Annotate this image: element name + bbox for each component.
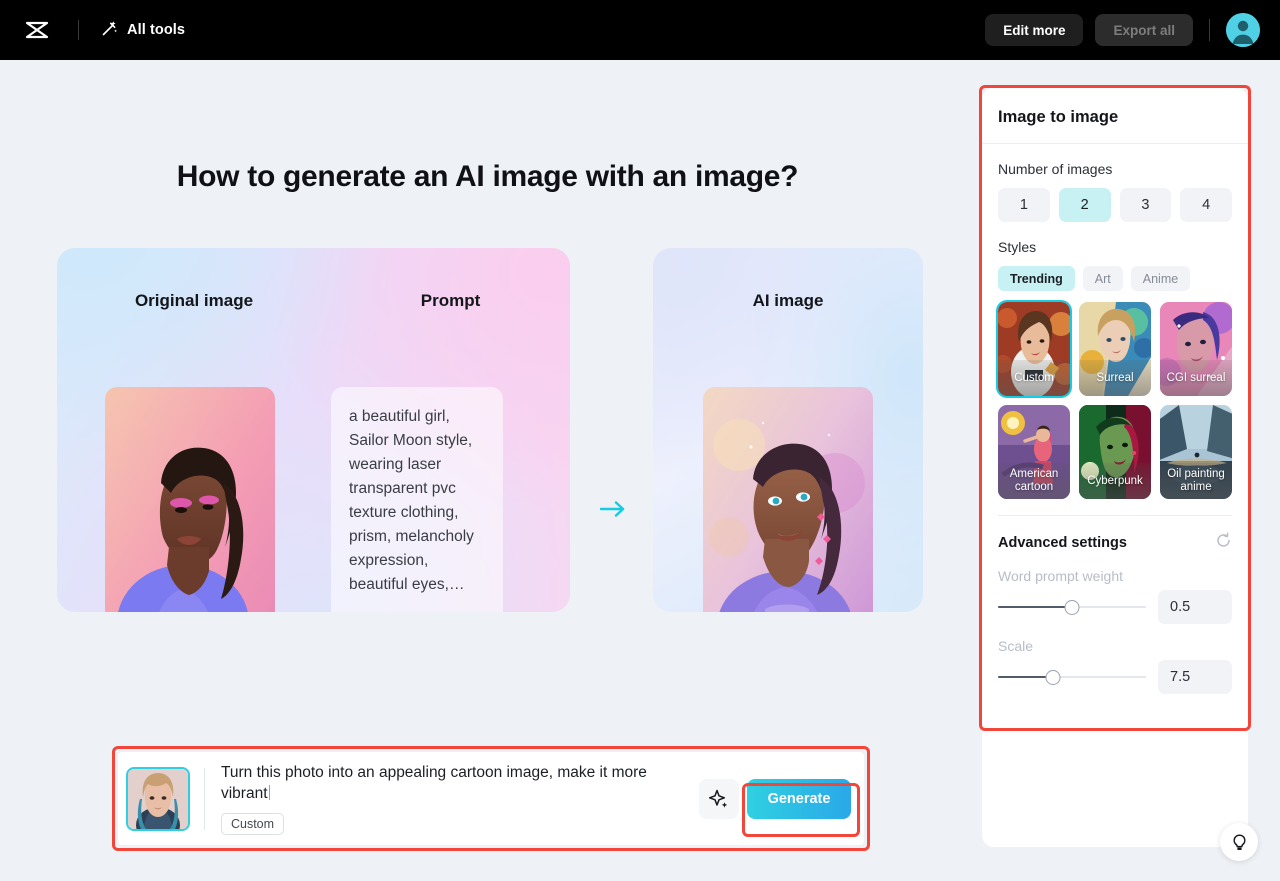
original-photo: [105, 387, 275, 612]
style-tab-anime[interactable]: Anime: [1130, 266, 1191, 291]
example-output-card: AI image: [653, 248, 923, 612]
magic-wand-icon: [101, 20, 118, 41]
style-tag[interactable]: Custom: [220, 813, 285, 835]
word-prompt-weight-slider[interactable]: [998, 598, 1146, 616]
ai-generated-photo: [703, 387, 873, 612]
prompt-input-text: Turn this photo into an appealing cartoo…: [221, 762, 689, 804]
style-tab-art[interactable]: Art: [1082, 266, 1123, 291]
prompt-column: Prompt a beautiful girl, Sailor Moon sty…: [331, 248, 570, 612]
style-label-surreal: Surreal: [1079, 360, 1151, 396]
page-title: How to generate an AI image with an imag…: [176, 160, 799, 193]
slider-knob[interactable]: [1064, 600, 1080, 615]
word-prompt-weight-row: 0.5: [998, 590, 1232, 624]
advanced-divider: [998, 515, 1232, 516]
original-image-label: Original image: [134, 291, 254, 310]
style-cell-oil-painting-anime[interactable]: Oil painting anime: [1160, 405, 1232, 499]
style-cell-cgi-surreal[interactable]: CGI surreal: [1160, 302, 1232, 396]
all-tools-label: All tools: [127, 22, 186, 38]
text-caret: [268, 785, 270, 800]
panel-title: Image to image: [998, 108, 1119, 126]
lightbulb-icon[interactable]: [1220, 823, 1258, 861]
prompt-input-value: Turn this photo into an appealing cartoo…: [220, 764, 647, 802]
number-of-images-group: 1 2 3 4: [998, 188, 1232, 222]
panel-body: Number of images 1 2 3 4 Styles Trending…: [982, 161, 1248, 694]
style-cell-custom[interactable]: Custom: [996, 300, 1072, 398]
original-image-column: Original image: [57, 248, 331, 612]
style-cell-american-cartoon[interactable]: American cartoon: [998, 405, 1070, 499]
edit-more-button[interactable]: Edit more: [985, 14, 1084, 46]
top-bar-divider: [78, 20, 79, 40]
number-option-4[interactable]: 4: [1180, 188, 1232, 222]
style-cell-cyberpunk[interactable]: Cyberpunk: [1079, 405, 1151, 499]
slider-fill: [998, 606, 1072, 608]
style-label-cgi-surreal: CGI surreal: [1160, 360, 1232, 396]
number-option-1[interactable]: 1: [998, 188, 1050, 222]
all-tools-button[interactable]: All tools: [101, 20, 185, 41]
style-label-american-cartoon: American cartoon: [998, 463, 1070, 499]
style-tab-trending[interactable]: Trending: [998, 266, 1075, 291]
style-grid: Custom Surreal CGI surreal American cart…: [996, 300, 1232, 499]
advanced-settings-header: Advanced settings: [998, 532, 1232, 554]
panel-divider: [982, 143, 1248, 144]
reset-icon[interactable]: [1215, 532, 1232, 554]
style-tabs: Trending Art Anime: [998, 266, 1232, 291]
top-bar: All tools Edit more Export all: [0, 0, 1280, 60]
number-option-3[interactable]: 3: [1119, 188, 1172, 222]
export-all-button[interactable]: Export all: [1095, 14, 1193, 46]
scale-label: Scale: [998, 638, 1034, 654]
settings-panel-content: Image to image: [982, 88, 1248, 143]
style-label-custom: Custom: [998, 360, 1070, 396]
ai-image-label: AI image: [752, 291, 824, 310]
arrow-right-icon: [599, 498, 626, 520]
capcut-logo-icon[interactable]: [20, 13, 54, 47]
avatar[interactable]: [1226, 13, 1260, 47]
top-bar-actions: Edit more Export all: [985, 13, 1280, 47]
scale-value[interactable]: 7.5: [1158, 660, 1232, 694]
settings-panel: Image to image Number of images 1 2 3 4 …: [982, 88, 1248, 847]
style-label-oil-painting-anime: Oil painting anime: [1160, 463, 1232, 499]
number-of-images-label: Number of images: [998, 161, 1113, 177]
prompt-bar: Turn this photo into an appealing cartoo…: [118, 752, 864, 845]
uploaded-photo-thumbnail[interactable]: [126, 766, 190, 831]
prompt-bar-divider: [204, 767, 205, 830]
scale-slider[interactable]: [998, 668, 1146, 686]
word-prompt-weight-label: Word prompt weight: [998, 568, 1124, 584]
example-input-card: Original image Prompt a beautiful girl, …: [57, 248, 570, 612]
slider-knob[interactable]: [1045, 670, 1061, 685]
styles-label: Styles: [998, 239, 1037, 255]
style-cell-surreal[interactable]: Surreal: [1079, 302, 1151, 396]
example-prompt-text: a beautiful girl, Sailor Moon style, wea…: [331, 387, 503, 612]
magic-sparkle-icon[interactable]: [699, 778, 739, 819]
prompt-label: Prompt: [420, 291, 481, 310]
word-prompt-weight-value[interactable]: 0.5: [1158, 590, 1232, 624]
style-label-cyberpunk: Cyberpunk: [1079, 463, 1151, 499]
scale-row: 7.5: [998, 660, 1232, 694]
number-option-2[interactable]: 2: [1058, 188, 1111, 222]
advanced-settings-title: Advanced settings: [998, 535, 1127, 551]
generate-button[interactable]: Generate: [747, 778, 851, 819]
actions-divider: [1209, 19, 1210, 41]
prompt-input-area[interactable]: Turn this photo into an appealing cartoo…: [220, 762, 699, 835]
